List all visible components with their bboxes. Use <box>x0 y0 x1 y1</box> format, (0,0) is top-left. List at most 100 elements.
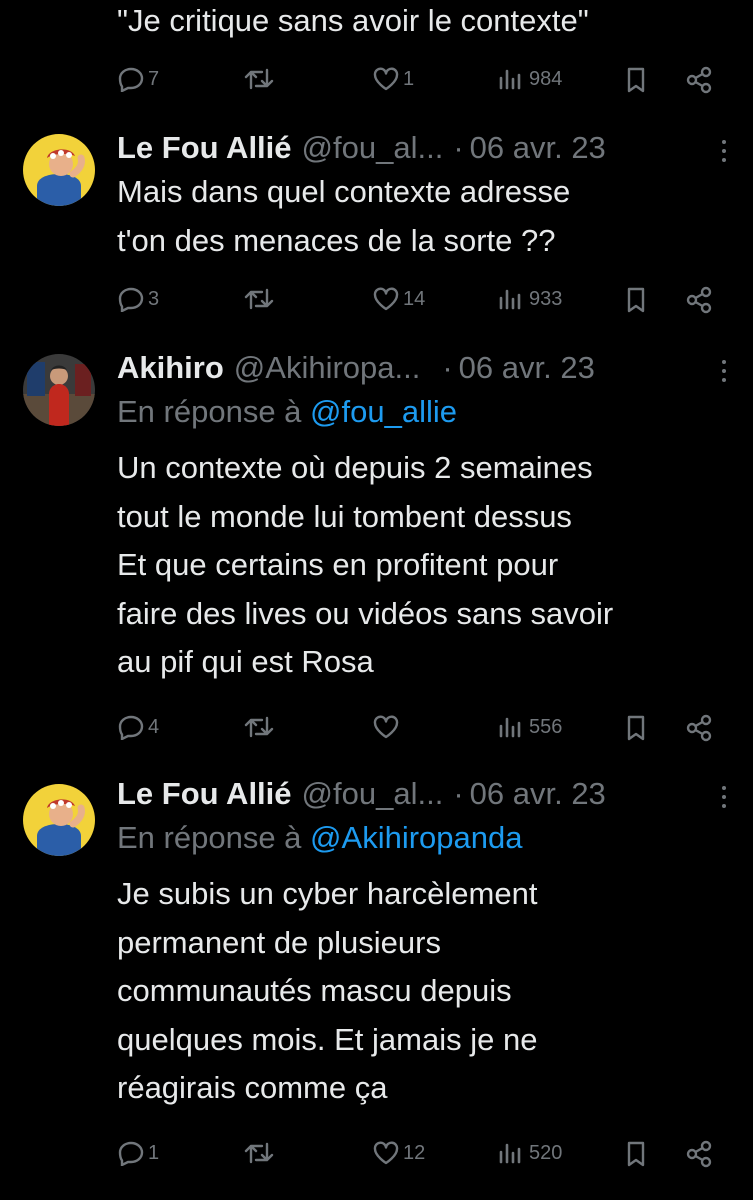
user-handle[interactable]: @fou_al... <box>302 130 444 166</box>
views-count: 933 <box>529 287 563 310</box>
share-icon <box>686 286 712 314</box>
views-count: 984 <box>529 67 563 90</box>
tweet-line: quelques mois. Et jamais je ne <box>117 1021 538 1057</box>
bookmark-button[interactable] <box>624 286 648 314</box>
tweet-text: Mais dans quel contexte adresse t'on des… <box>117 168 737 265</box>
reply-icon <box>118 1141 144 1166</box>
reply-count: 4 <box>148 715 160 738</box>
tweet-date[interactable]: 06 avr. 23 <box>470 130 606 166</box>
reply-button[interactable]: 1 <box>117 1140 159 1166</box>
tweet-line: Mais dans quel contexte adresse <box>117 174 571 209</box>
tweet-line: permanent de plusieurs <box>117 924 441 960</box>
share-button[interactable] <box>684 1140 714 1168</box>
tweet[interactable]: Le Fou Allié @fou_al... · 06 avr. 23 En … <box>0 772 753 1200</box>
tweet-line: faire des lives ou vidéos sans savoir <box>117 595 614 631</box>
reply-prefix: En réponse à <box>117 394 302 429</box>
user-handle[interactable]: @Akihiropa... <box>234 350 421 386</box>
tweet-actions: 1 12 520 <box>0 1140 753 1170</box>
tweet-line: t'on des menaces de la sorte ?? <box>117 222 556 258</box>
views-icon <box>499 717 521 738</box>
retweet-icon <box>244 68 274 90</box>
reply-button[interactable]: 4 <box>117 714 159 740</box>
display-name[interactable]: Akihiro <box>117 350 224 386</box>
avatar[interactable] <box>23 784 95 856</box>
tweet-date[interactable]: 06 avr. 23 <box>470 776 606 812</box>
retweet-icon <box>244 1142 274 1164</box>
tweet-header: Le Fou Allié @fou_al... · 06 avr. 23 <box>117 774 753 814</box>
more-icon[interactable] <box>721 360 727 387</box>
reply-count: 3 <box>148 287 160 310</box>
avatar[interactable] <box>23 354 95 426</box>
reply-icon <box>118 715 144 740</box>
tweet-header: Le Fou Allié @fou_al... · 06 avr. 23 <box>117 128 753 168</box>
retweet-icon <box>244 288 274 310</box>
reply-button[interactable]: 7 <box>117 66 159 92</box>
views-count: 556 <box>529 715 563 738</box>
reply-mention-link[interactable]: @Akihiropanda <box>310 820 522 855</box>
avatar-image <box>23 784 95 856</box>
retweet-button[interactable] <box>243 714 278 740</box>
views-icon <box>499 1143 521 1164</box>
share-icon <box>686 66 712 94</box>
reply-mention-link[interactable]: @fou_allie <box>310 394 457 429</box>
retweet-button[interactable] <box>243 286 278 312</box>
separator-dot: · <box>442 350 453 385</box>
views-icon <box>499 69 521 90</box>
reply-context: En réponse à @fou_allie <box>117 394 457 430</box>
tweet-line: communautés mascu depuis <box>117 973 512 1008</box>
like-button[interactable]: 14 <box>372 286 425 312</box>
tweet-line: Je subis un cyber harcèlement <box>117 876 538 911</box>
share-button[interactable] <box>684 286 714 314</box>
tweet-line: au pif qui est Rosa <box>117 644 374 679</box>
tweet-text: Je subis un cyber harcèlement permanent … <box>117 870 737 1113</box>
avatar[interactable] <box>23 134 95 206</box>
views-button[interactable]: 933 <box>498 286 562 312</box>
share-icon <box>686 1140 712 1168</box>
like-button[interactable]: 1 <box>372 66 414 92</box>
reply-button[interactable]: 3 <box>117 286 159 312</box>
more-icon[interactable] <box>721 786 727 813</box>
like-count: 1 <box>403 67 415 90</box>
tweet[interactable]: Le Fou Allié @fou_al... · 06 avr. 23 Mai… <box>0 128 753 338</box>
tweet-line: Et que certains en profitent pour <box>117 547 559 582</box>
bookmark-icon <box>627 287 645 313</box>
share-button[interactable] <box>684 66 714 94</box>
tweet-line: Un contexte où depuis 2 semaines <box>117 450 593 485</box>
tweet[interactable]: Akihiro @Akihiropa... · 06 avr. 23 En ré… <box>0 346 753 754</box>
tweet-actions: 4 556 <box>0 714 753 744</box>
avatar-image <box>23 134 95 206</box>
display-name[interactable]: Le Fou Allié <box>117 130 292 166</box>
tweet-actions: 3 14 933 <box>0 286 753 316</box>
tweet-line: réagirais comme ça <box>117 1070 388 1105</box>
reply-icon <box>118 287 144 312</box>
tweet-partial[interactable]: "Je critique sans avoir le contexte" 7 1… <box>0 0 753 112</box>
reply-prefix: En réponse à <box>117 820 302 855</box>
tweet-actions: 7 1 984 <box>0 66 753 96</box>
views-button[interactable]: 984 <box>498 66 562 92</box>
retweet-button[interactable] <box>243 66 278 92</box>
tweet-header: Akihiro @Akihiropa... · 06 avr. 23 <box>117 348 753 388</box>
reply-icon <box>118 67 144 92</box>
bookmark-button[interactable] <box>624 1140 648 1168</box>
user-handle[interactable]: @fou_al... <box>302 776 444 812</box>
display-name[interactable]: Le Fou Allié <box>117 776 292 812</box>
tweet-text: Un contexte où depuis 2 semaines tout le… <box>117 444 737 687</box>
more-icon[interactable] <box>721 140 727 167</box>
views-count: 520 <box>529 1141 563 1164</box>
views-button[interactable]: 520 <box>498 1140 562 1166</box>
bookmark-button[interactable] <box>624 714 648 742</box>
like-count: 14 <box>403 287 426 310</box>
bookmark-icon <box>627 715 645 741</box>
like-icon <box>373 287 399 311</box>
like-button[interactable]: 12 <box>372 1140 425 1166</box>
share-button[interactable] <box>684 714 714 742</box>
views-button[interactable]: 556 <box>498 714 562 740</box>
reply-count: 7 <box>148 67 160 90</box>
bookmark-icon <box>627 1141 645 1167</box>
bookmark-button[interactable] <box>624 66 648 94</box>
like-icon <box>373 67 399 91</box>
tweet-date[interactable]: 06 avr. 23 <box>459 350 595 386</box>
retweet-button[interactable] <box>243 1140 278 1166</box>
like-button[interactable] <box>372 714 403 740</box>
reply-count: 1 <box>148 1141 160 1164</box>
